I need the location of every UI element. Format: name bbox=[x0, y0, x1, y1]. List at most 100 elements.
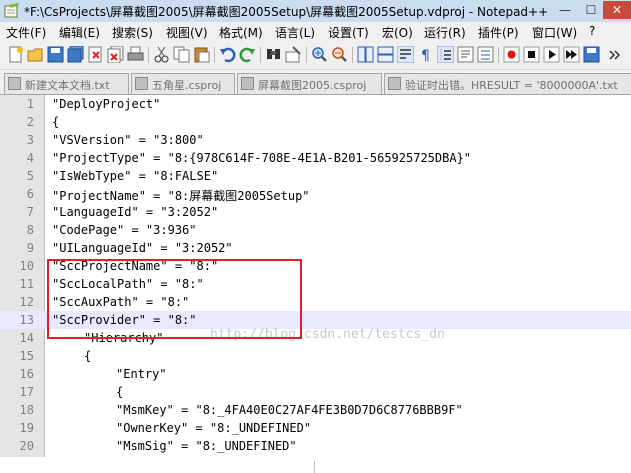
save-macro-icon[interactable] bbox=[583, 46, 600, 63]
tab-new-text-document[interactable]: 新建文本文档.txt bbox=[4, 73, 129, 94]
code-line: 16 "Entry" bbox=[0, 365, 631, 383]
save-all-icon[interactable] bbox=[67, 46, 84, 63]
sync-horizontal-icon[interactable] bbox=[377, 46, 394, 63]
toolbar-separator bbox=[306, 47, 307, 63]
code-line: 6 "ProjectName" = "8:屏幕截图2005Setup" bbox=[0, 185, 631, 203]
code-line: 17 { bbox=[0, 383, 631, 401]
tab-verify-error-txt[interactable]: 验证时出错。HRESULT = '8000000A'.txt bbox=[384, 73, 631, 94]
line-number: 3 bbox=[26, 133, 34, 147]
menu-language[interactable]: 语言(L) bbox=[275, 24, 315, 41]
code-text: "Entry" bbox=[116, 367, 167, 381]
menu-edit[interactable]: 编辑(E) bbox=[59, 24, 100, 41]
line-number: 5 bbox=[26, 169, 34, 183]
code-text: "DeployProject" bbox=[52, 97, 161, 111]
open-file-icon[interactable] bbox=[27, 46, 44, 63]
line-number: 10 bbox=[19, 259, 34, 273]
line-number: 17 bbox=[19, 385, 34, 399]
indent-guide-icon[interactable] bbox=[437, 46, 454, 63]
play-macro-multiple-icon[interactable] bbox=[563, 46, 580, 63]
line-number: 18 bbox=[19, 403, 34, 417]
overflow-chevron-icon[interactable] bbox=[605, 46, 622, 63]
line-number: 20 bbox=[19, 439, 34, 453]
file-saved-icon bbox=[135, 77, 148, 90]
line-number: 6 bbox=[26, 187, 34, 201]
find-icon[interactable] bbox=[265, 46, 282, 63]
sync-vertical-icon[interactable] bbox=[357, 46, 374, 63]
new-file-icon[interactable] bbox=[7, 46, 24, 63]
doc-map-icon[interactable] bbox=[457, 46, 474, 63]
code-text: { bbox=[116, 385, 124, 399]
replace-icon[interactable] bbox=[285, 46, 302, 63]
title-bar: *F:\CsProjects\屏幕截图2005\屏幕截图2005Setup\屏幕… bbox=[0, 0, 631, 23]
menu-macro[interactable]: 宏(O) bbox=[382, 24, 413, 41]
tab-label: 屏幕截图2005.csproj bbox=[258, 79, 367, 92]
code-line: 7 "LanguageId" = "3:2052" bbox=[0, 203, 631, 221]
code-text: "CodePage" = "3:936" bbox=[52, 223, 197, 237]
code-text: { bbox=[84, 349, 92, 363]
code-text: "OwnerKey" = "8:_UNDEFINED" bbox=[116, 421, 312, 435]
code-text: { bbox=[52, 115, 60, 129]
menu-settings[interactable]: 设置(T) bbox=[328, 24, 369, 41]
tab-five-star-csproj[interactable]: 五角星.csproj bbox=[131, 73, 235, 94]
minimize-button[interactable]: — bbox=[552, 1, 578, 19]
code-line: 4 "ProjectType" = "8:{978C614F-708E-4E1A… bbox=[0, 149, 631, 167]
menu-run[interactable]: 运行(R) bbox=[424, 24, 466, 41]
stop-macro-icon[interactable] bbox=[523, 46, 540, 63]
line-number: 16 bbox=[19, 367, 34, 381]
record-macro-icon[interactable] bbox=[503, 46, 520, 63]
code-text: "UILanguageId" = "3:2052" bbox=[52, 241, 233, 255]
play-macro-icon[interactable] bbox=[543, 46, 560, 63]
code-text: "LanguageId" = "3:2052" bbox=[52, 205, 219, 219]
code-line: 20 "MsmSig" = "8:_UNDEFINED" bbox=[0, 437, 631, 455]
code-line: 2 { bbox=[0, 113, 631, 131]
code-text: "ProjectType" = "8:{978C614F-708E-4E1A-B… bbox=[52, 151, 472, 165]
file-saved-icon bbox=[241, 77, 254, 90]
code-line: 15 { bbox=[0, 347, 631, 365]
copy-icon[interactable] bbox=[173, 46, 190, 63]
redo-icon[interactable] bbox=[239, 46, 256, 63]
code-line: 19 "OwnerKey" = "8:_UNDEFINED" bbox=[0, 419, 631, 437]
menu-window[interactable]: 窗口(W) bbox=[532, 24, 577, 41]
toolbar-separator bbox=[214, 47, 215, 63]
close-file-icon[interactable] bbox=[87, 46, 104, 63]
maximize-button[interactable]: ☐ bbox=[578, 1, 604, 19]
tab-label: 新建文本文档.txt bbox=[25, 79, 110, 92]
show-all-chars-icon[interactable]: ¶ bbox=[417, 46, 434, 63]
close-button[interactable]: ✕ bbox=[603, 1, 631, 19]
code-line: 3 "VSVersion" = "3:800" bbox=[0, 131, 631, 149]
mouse-cursor-icon bbox=[314, 461, 315, 473]
toolbar-separator bbox=[260, 47, 261, 63]
cut-icon[interactable] bbox=[153, 46, 170, 63]
zoom-in-icon[interactable] bbox=[311, 46, 328, 63]
line-number: 7 bbox=[26, 205, 34, 219]
code-text: "IsWebType" = "8:FALSE" bbox=[52, 169, 219, 183]
line-number: 1 bbox=[26, 97, 34, 111]
close-all-icon[interactable] bbox=[107, 46, 124, 63]
tab-label: 验证时出错。HRESULT = '8000000A'.txt bbox=[405, 79, 618, 92]
toolbar: ¶ bbox=[0, 41, 631, 70]
highlight-annotation-box bbox=[47, 259, 302, 339]
function-list-icon[interactable] bbox=[477, 46, 494, 63]
menu-view[interactable]: 视图(V) bbox=[166, 24, 208, 41]
paste-icon[interactable] bbox=[193, 46, 210, 63]
print-icon[interactable] bbox=[127, 46, 144, 63]
menu-format[interactable]: 格式(M) bbox=[219, 24, 263, 41]
undo-icon[interactable] bbox=[219, 46, 236, 63]
zoom-out-icon[interactable] bbox=[331, 46, 348, 63]
menu-search[interactable]: 搜索(S) bbox=[112, 24, 153, 41]
code-text: "MsmSig" = "8:_UNDEFINED" bbox=[116, 439, 297, 453]
menu-help[interactable]: ? bbox=[589, 24, 595, 38]
menu-file[interactable]: 文件(F) bbox=[6, 24, 46, 41]
code-line: 18 "MsmKey" = "8:_4FA40E0C27AF4FE3B0D7D6… bbox=[0, 401, 631, 419]
line-number: 8 bbox=[26, 223, 34, 237]
file-saved-icon bbox=[388, 77, 401, 90]
line-number: 14 bbox=[19, 331, 34, 345]
tab-screenshot-csproj[interactable]: 屏幕截图2005.csproj bbox=[237, 73, 382, 94]
menu-plugins[interactable]: 插件(P) bbox=[478, 24, 519, 41]
line-number: 15 bbox=[19, 349, 34, 363]
save-icon[interactable] bbox=[47, 46, 64, 63]
file-saved-icon bbox=[8, 77, 21, 90]
word-wrap-icon[interactable] bbox=[397, 46, 414, 63]
menu-bar: 文件(F) 编辑(E) 搜索(S) 视图(V) 格式(M) 语言(L) 设置(T… bbox=[0, 22, 631, 41]
line-number: 12 bbox=[19, 295, 34, 309]
